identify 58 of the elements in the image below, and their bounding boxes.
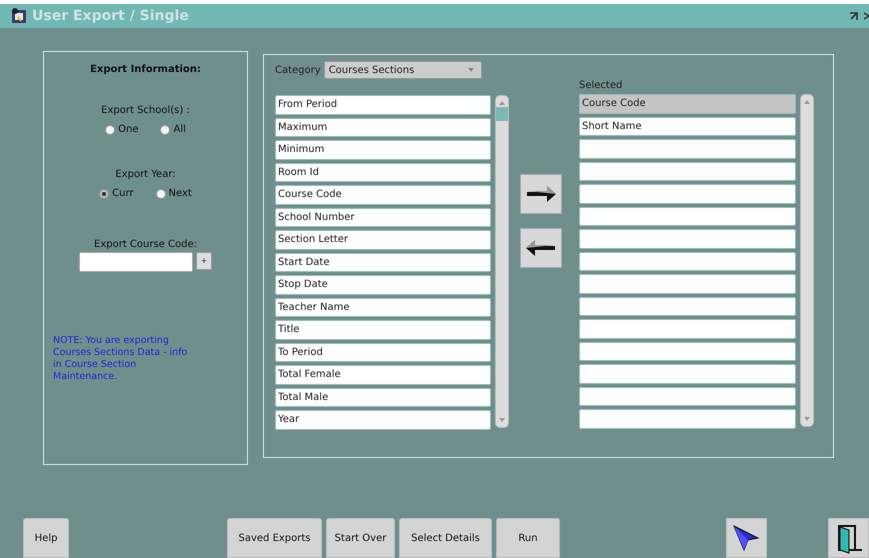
panel-heading: Export Information: — [90, 64, 201, 75]
action-button[interactable]: Select Details — [399, 518, 492, 558]
field-list-item[interactable]: From Period — [275, 95, 491, 114]
field-list-item[interactable]: Total Female — [275, 365, 491, 384]
scroll-up-icon[interactable] — [803, 98, 811, 106]
category-dropdown[interactable]: Courses Sections — [324, 61, 482, 79]
radio-dot[interactable] — [99, 188, 110, 198]
radio-dot[interactable] — [156, 188, 166, 198]
field-list-item[interactable]: Minimum — [275, 140, 491, 160]
caret-icon — [466, 67, 475, 73]
field-list-item[interactable]: Stop Date — [275, 275, 491, 294]
action-button[interactable]: Start Over — [326, 518, 396, 558]
scroll-down-icon[interactable] — [498, 416, 506, 424]
field-list-item[interactable]: Year — [275, 410, 491, 430]
field-list-item[interactable]: Section Letter — [275, 230, 491, 250]
radio-dot[interactable] — [160, 124, 170, 134]
field-list-item[interactable]: School Number — [275, 208, 491, 227]
add-button[interactable]: + — [196, 252, 212, 270]
left-arrow-icon — [525, 237, 557, 259]
radio-option[interactable]: All — [160, 124, 186, 135]
action-button[interactable]: Run — [496, 518, 560, 558]
radio-option[interactable]: One — [105, 124, 138, 135]
field-list-item[interactable]: Course Code — [275, 185, 491, 204]
field-list-item[interactable]: Total Male — [275, 388, 491, 407]
action-button[interactable]: Saved Exports — [227, 518, 322, 558]
scroll-down-icon[interactable] — [803, 415, 811, 423]
radio-dot[interactable] — [105, 124, 116, 134]
field-label: Export Year: — [115, 169, 176, 180]
right-arrow-icon — [525, 183, 557, 205]
course-code-field[interactable] — [79, 252, 193, 272]
field-label: Export Course Code: — [94, 239, 197, 250]
field-list-item[interactable]: Start Date — [275, 252, 491, 272]
scroll-thumb[interactable] — [496, 107, 508, 121]
scrollbar[interactable] — [800, 94, 814, 427]
exit-button[interactable] — [828, 518, 869, 558]
category-label: Category — [275, 64, 321, 76]
field-list-item[interactable]: Teacher Name — [275, 298, 491, 317]
help-button[interactable]: Help — [23, 518, 70, 558]
field-list-item[interactable]: Title — [275, 320, 491, 340]
window-title: User Export / Single — [32, 8, 190, 24]
radio-option[interactable]: Next — [156, 188, 192, 199]
restore-icon[interactable] — [848, 10, 860, 22]
field-label: Export School(s) : — [101, 105, 190, 116]
close-icon[interactable] — [864, 10, 869, 22]
pointer-button[interactable] — [726, 518, 767, 558]
pointer-icon — [731, 523, 762, 553]
field-list-item[interactable]: To Period — [275, 342, 491, 362]
field-list-item[interactable]: Room Id — [275, 162, 491, 182]
note-text: NOTE: You are exporting Courses Sections Data - info in Course Section Maintenance. — [53, 335, 188, 383]
field-list-item[interactable]: Maximum — [275, 118, 491, 137]
remove-field-button[interactable] — [520, 228, 562, 268]
add-field-button[interactable] — [520, 174, 562, 214]
app-icon — [10, 7, 28, 25]
radio-option[interactable]: Curr — [99, 188, 134, 199]
scrollbar[interactable] — [495, 95, 509, 428]
selected-list-item[interactable]: Short Name — [579, 116, 796, 136]
selected-list-item[interactable]: Course Code — [579, 94, 796, 114]
selected-label: Selected — [579, 80, 624, 91]
